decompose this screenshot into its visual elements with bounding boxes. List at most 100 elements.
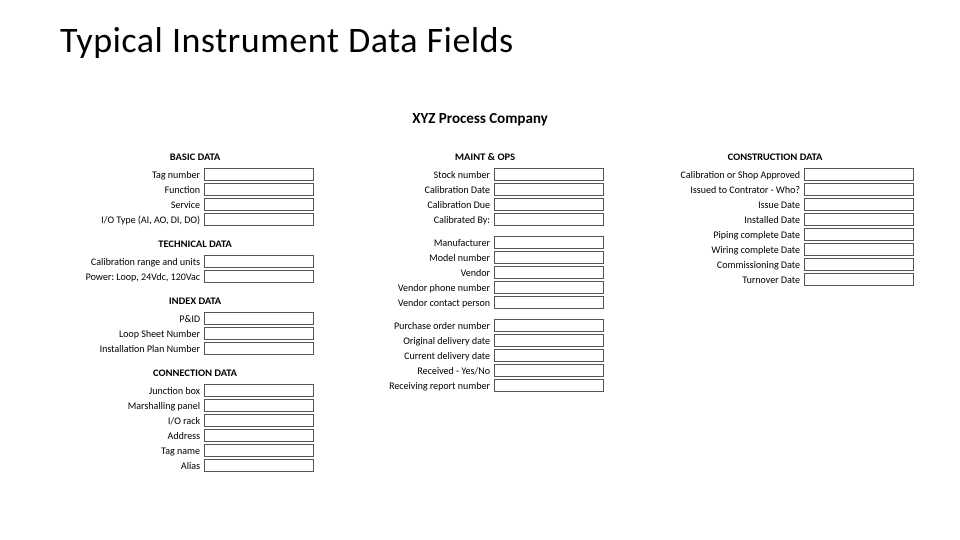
field-box <box>204 399 314 412</box>
field-box <box>494 236 604 249</box>
field-box <box>204 183 314 196</box>
column-1: BASIC DATA Tag number Function Service I… <box>50 140 340 473</box>
field-label: Installation Plan Number <box>50 342 204 355</box>
field-box <box>204 213 314 226</box>
field-label: Issue Date <box>630 198 804 211</box>
field-label: Tag number <box>50 168 204 181</box>
field-box <box>494 183 604 196</box>
field-box <box>804 228 914 241</box>
slide: Typical Instrument Data Fields XYZ Proce… <box>0 0 960 540</box>
field-label: Model number <box>340 251 494 264</box>
field-row: Manufacturer <box>340 235 630 250</box>
field-label: Commissioning Date <box>630 258 804 271</box>
columns: BASIC DATA Tag number Function Service I… <box>50 140 920 473</box>
field-box <box>494 334 604 347</box>
field-box <box>494 198 604 211</box>
field-box <box>494 168 604 181</box>
field-box <box>204 312 314 325</box>
construction-data-head: CONSTRUCTION DATA <box>630 150 920 163</box>
field-row: Function <box>50 182 340 197</box>
field-label: Address <box>50 429 204 442</box>
field-row: Marshalling panel <box>50 398 340 413</box>
field-label: Calibrated By: <box>340 213 494 226</box>
field-row: Calibration or Shop Approved <box>630 167 920 182</box>
field-box <box>204 444 314 457</box>
field-box <box>804 213 914 226</box>
field-label: Current delivery date <box>340 349 494 362</box>
field-label: Wiring complete Date <box>630 243 804 256</box>
field-row: Calibration Date <box>340 182 630 197</box>
field-row: Address <box>50 428 340 443</box>
field-box <box>204 342 314 355</box>
field-row: Issue Date <box>630 197 920 212</box>
field-label: Calibration Date <box>340 183 494 196</box>
field-label: Purchase order number <box>340 319 494 332</box>
field-box <box>204 384 314 397</box>
field-label: Installed Date <box>630 213 804 226</box>
field-label: Receiving report number <box>340 379 494 392</box>
field-box <box>204 255 314 268</box>
field-row: Power: Loop, 24Vdc, 120Vac <box>50 269 340 284</box>
field-label: Alias <box>50 459 204 472</box>
field-label: Function <box>50 183 204 196</box>
field-label: Calibration or Shop Approved <box>630 168 804 181</box>
field-box <box>204 414 314 427</box>
field-row: Piping complete Date <box>630 227 920 242</box>
field-box <box>204 459 314 472</box>
column-2: MAINT & OPS Stock number Calibration Dat… <box>340 140 630 473</box>
field-box <box>804 273 914 286</box>
field-label: Piping complete Date <box>630 228 804 241</box>
field-row: Calibration range and units <box>50 254 340 269</box>
field-row: Tag number <box>50 167 340 182</box>
field-label: Marshalling panel <box>50 399 204 412</box>
field-box <box>204 198 314 211</box>
field-box <box>494 319 604 332</box>
basic-data-head: BASIC DATA <box>50 150 340 163</box>
field-label: Calibration range and units <box>50 255 204 268</box>
field-label: P&ID <box>50 312 204 325</box>
field-box <box>804 198 914 211</box>
field-label: Power: Loop, 24Vdc, 120Vac <box>50 270 204 283</box>
spacer <box>340 227 630 235</box>
field-row: Junction box <box>50 383 340 398</box>
field-row: Issued to Contrator - Who? <box>630 182 920 197</box>
field-row: I/O Type (AI, AO, DI, DO) <box>50 212 340 227</box>
field-label: I/O rack <box>50 414 204 427</box>
field-box <box>204 327 314 340</box>
maint-ops-head: MAINT & OPS <box>340 150 630 163</box>
technical-data-head: TECHNICAL DATA <box>50 237 340 250</box>
column-3: CONSTRUCTION DATA Calibration or Shop Ap… <box>630 140 920 473</box>
field-box <box>494 213 604 226</box>
field-box <box>204 429 314 442</box>
field-row: Wiring complete Date <box>630 242 920 257</box>
field-row: Alias <box>50 458 340 473</box>
field-label: Calibration Due <box>340 198 494 211</box>
field-row: Receiving report number <box>340 378 630 393</box>
field-row: Stock number <box>340 167 630 182</box>
field-row: Vendor contact person <box>340 295 630 310</box>
field-row: Received - Yes/No <box>340 363 630 378</box>
spacer <box>340 310 630 318</box>
index-data-head: INDEX DATA <box>50 294 340 307</box>
field-label: Vendor contact person <box>340 296 494 309</box>
field-row: P&ID <box>50 311 340 326</box>
field-row: Service <box>50 197 340 212</box>
field-row: Vendor <box>340 265 630 280</box>
field-box <box>204 270 314 283</box>
field-row: Installed Date <box>630 212 920 227</box>
field-box <box>494 349 604 362</box>
field-label: Stock number <box>340 168 494 181</box>
field-row: Purchase order number <box>340 318 630 333</box>
field-row: Calibrated By: <box>340 212 630 227</box>
field-row: Current delivery date <box>340 348 630 363</box>
field-box <box>204 168 314 181</box>
field-row: Installation Plan Number <box>50 341 340 356</box>
field-row: Vendor phone number <box>340 280 630 295</box>
field-label: Manufacturer <box>340 236 494 249</box>
field-label: Turnover Date <box>630 273 804 286</box>
field-label: Loop Sheet Number <box>50 327 204 340</box>
field-box <box>494 296 604 309</box>
field-row: Commissioning Date <box>630 257 920 272</box>
field-row: Loop Sheet Number <box>50 326 340 341</box>
field-label: Tag name <box>50 444 204 457</box>
